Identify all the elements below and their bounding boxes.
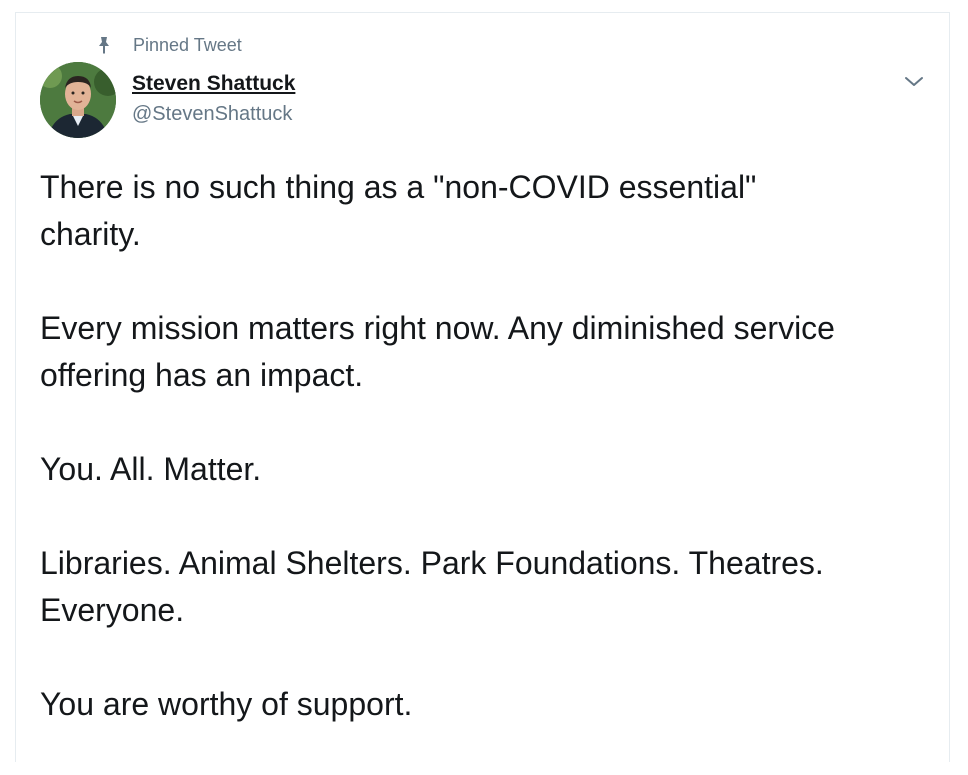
tweet-paragraph: There is no such thing as a "non-COVID e… — [40, 169, 757, 252]
tweet-paragraph: You are worthy of support. — [40, 686, 413, 722]
tweet-text: There is no such thing as a "non-COVID e… — [40, 164, 940, 775]
tweet-paragraph: Libraries. Animal Shelters. Park Foundat… — [40, 545, 824, 628]
author-handle[interactable]: @StevenShattuck — [132, 103, 292, 126]
author-name[interactable]: Steven Shattuck — [132, 72, 295, 96]
tweet-paragraph: Every mission matters right now. Any dim… — [40, 310, 835, 393]
chevron-down-icon[interactable] — [903, 70, 925, 92]
pin-icon — [97, 36, 111, 54]
avatar[interactable] — [40, 62, 116, 138]
pinned-label: Pinned Tweet — [133, 34, 242, 55]
tweet-paragraph: You. All. Matter. — [40, 451, 262, 487]
pinned-tweet-indicator: Pinned Tweet — [97, 34, 242, 56]
